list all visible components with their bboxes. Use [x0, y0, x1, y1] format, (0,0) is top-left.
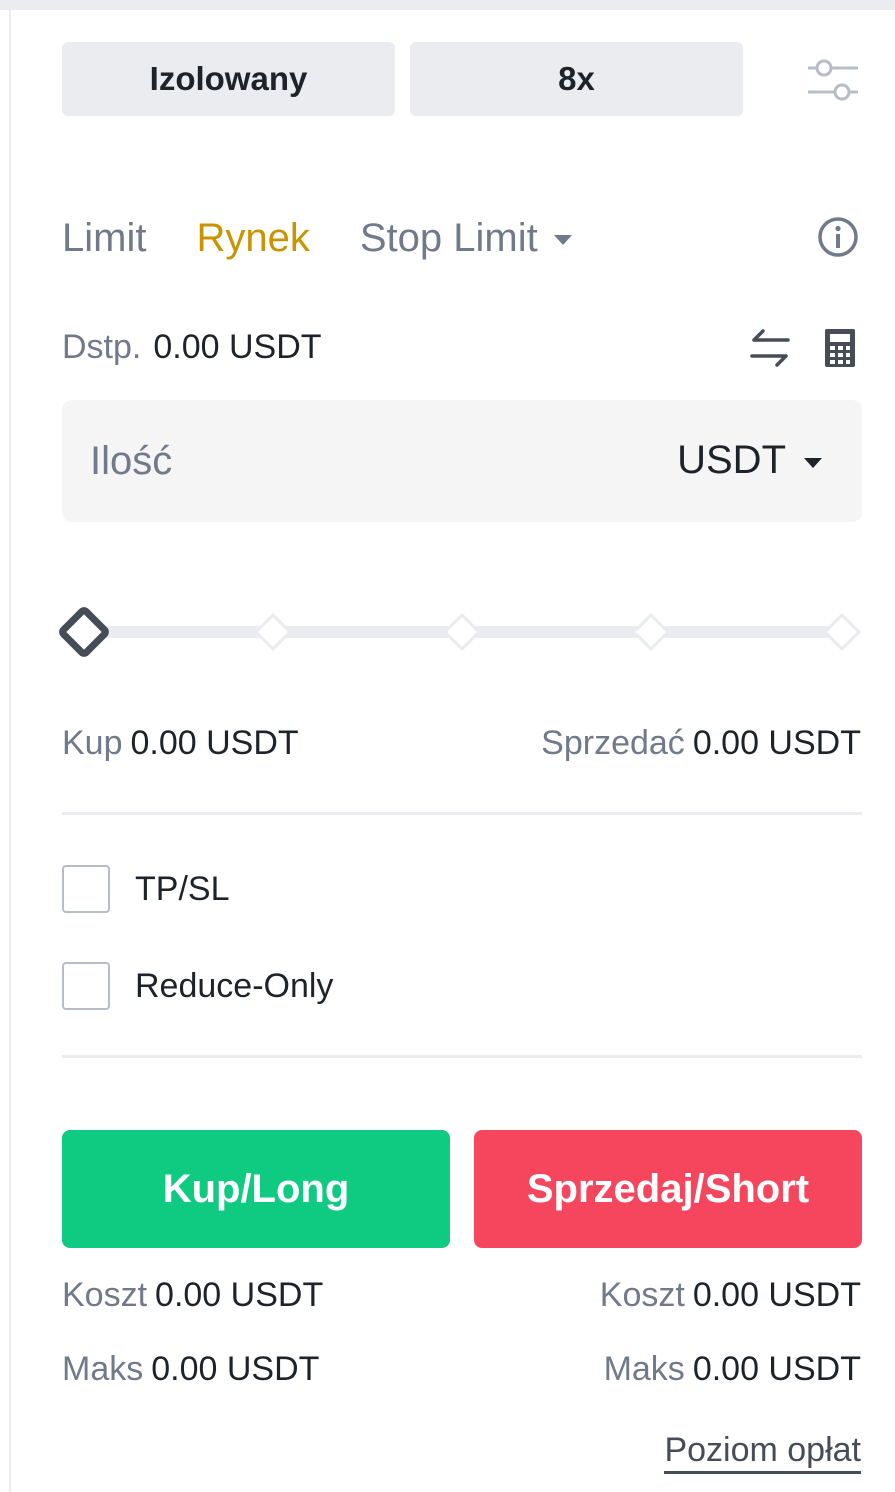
fee-level-link[interactable]: Poziom opłat: [664, 1431, 861, 1475]
available-value: 0.00 USDT: [153, 328, 322, 366]
reduce-only-option[interactable]: Reduce-Only: [62, 962, 333, 1010]
top-divider: [0, 0, 895, 10]
info-icon[interactable]: [816, 215, 860, 259]
order-type-tabs: Limit Rynek Stop Limit: [62, 208, 622, 268]
tab-stop-limit[interactable]: Stop Limit: [360, 216, 572, 261]
amount-slider[interactable]: [54, 600, 864, 664]
section-divider: [62, 1055, 862, 1058]
tpsl-label: TP/SL: [135, 869, 230, 908]
tab-market[interactable]: Rynek: [196, 216, 309, 261]
slider-step[interactable]: [253, 612, 293, 652]
available-balance: Dstp. 0.00 USDT: [62, 328, 322, 367]
amount-input[interactable]: [90, 430, 650, 492]
reduce-only-checkbox[interactable]: [62, 962, 110, 1010]
slider-step[interactable]: [822, 612, 862, 652]
margin-mode-button[interactable]: Izolowany: [62, 42, 395, 116]
tab-limit[interactable]: Limit: [62, 216, 146, 261]
left-divider: [9, 10, 11, 1492]
amount-field: USDT: [62, 400, 862, 522]
settings-sliders-icon[interactable]: [806, 56, 860, 104]
buy-max: Maks 0.00 USDT: [62, 1350, 320, 1388]
slider-handle[interactable]: [59, 607, 109, 657]
caret-down-icon: [553, 235, 572, 245]
buy-amount-summary: Kup 0.00 USDT: [62, 724, 299, 762]
unit-selector[interactable]: USDT: [677, 438, 822, 483]
slider-step[interactable]: [631, 612, 671, 652]
section-divider: [62, 812, 862, 815]
tpsl-option[interactable]: TP/SL: [62, 865, 229, 913]
sell-cost: Koszt 0.00 USDT: [599, 1276, 861, 1314]
swap-icon[interactable]: [748, 326, 792, 370]
sell-short-button[interactable]: Sprzedaj/Short: [474, 1130, 862, 1248]
caret-down-icon: [804, 457, 822, 468]
slider-step[interactable]: [442, 612, 482, 652]
tpsl-checkbox[interactable]: [62, 865, 110, 913]
calculator-icon[interactable]: [822, 326, 858, 370]
available-label: Dstp.: [62, 328, 142, 366]
leverage-button[interactable]: 8x: [410, 42, 743, 116]
sell-max: Maks 0.00 USDT: [603, 1350, 861, 1388]
reduce-only-label: Reduce-Only: [135, 966, 334, 1005]
buy-long-button[interactable]: Kup/Long: [62, 1130, 450, 1248]
sell-amount-summary: Sprzedać 0.00 USDT: [541, 724, 861, 762]
unit-label: USDT: [677, 438, 786, 482]
buy-cost: Koszt 0.00 USDT: [62, 1276, 324, 1314]
